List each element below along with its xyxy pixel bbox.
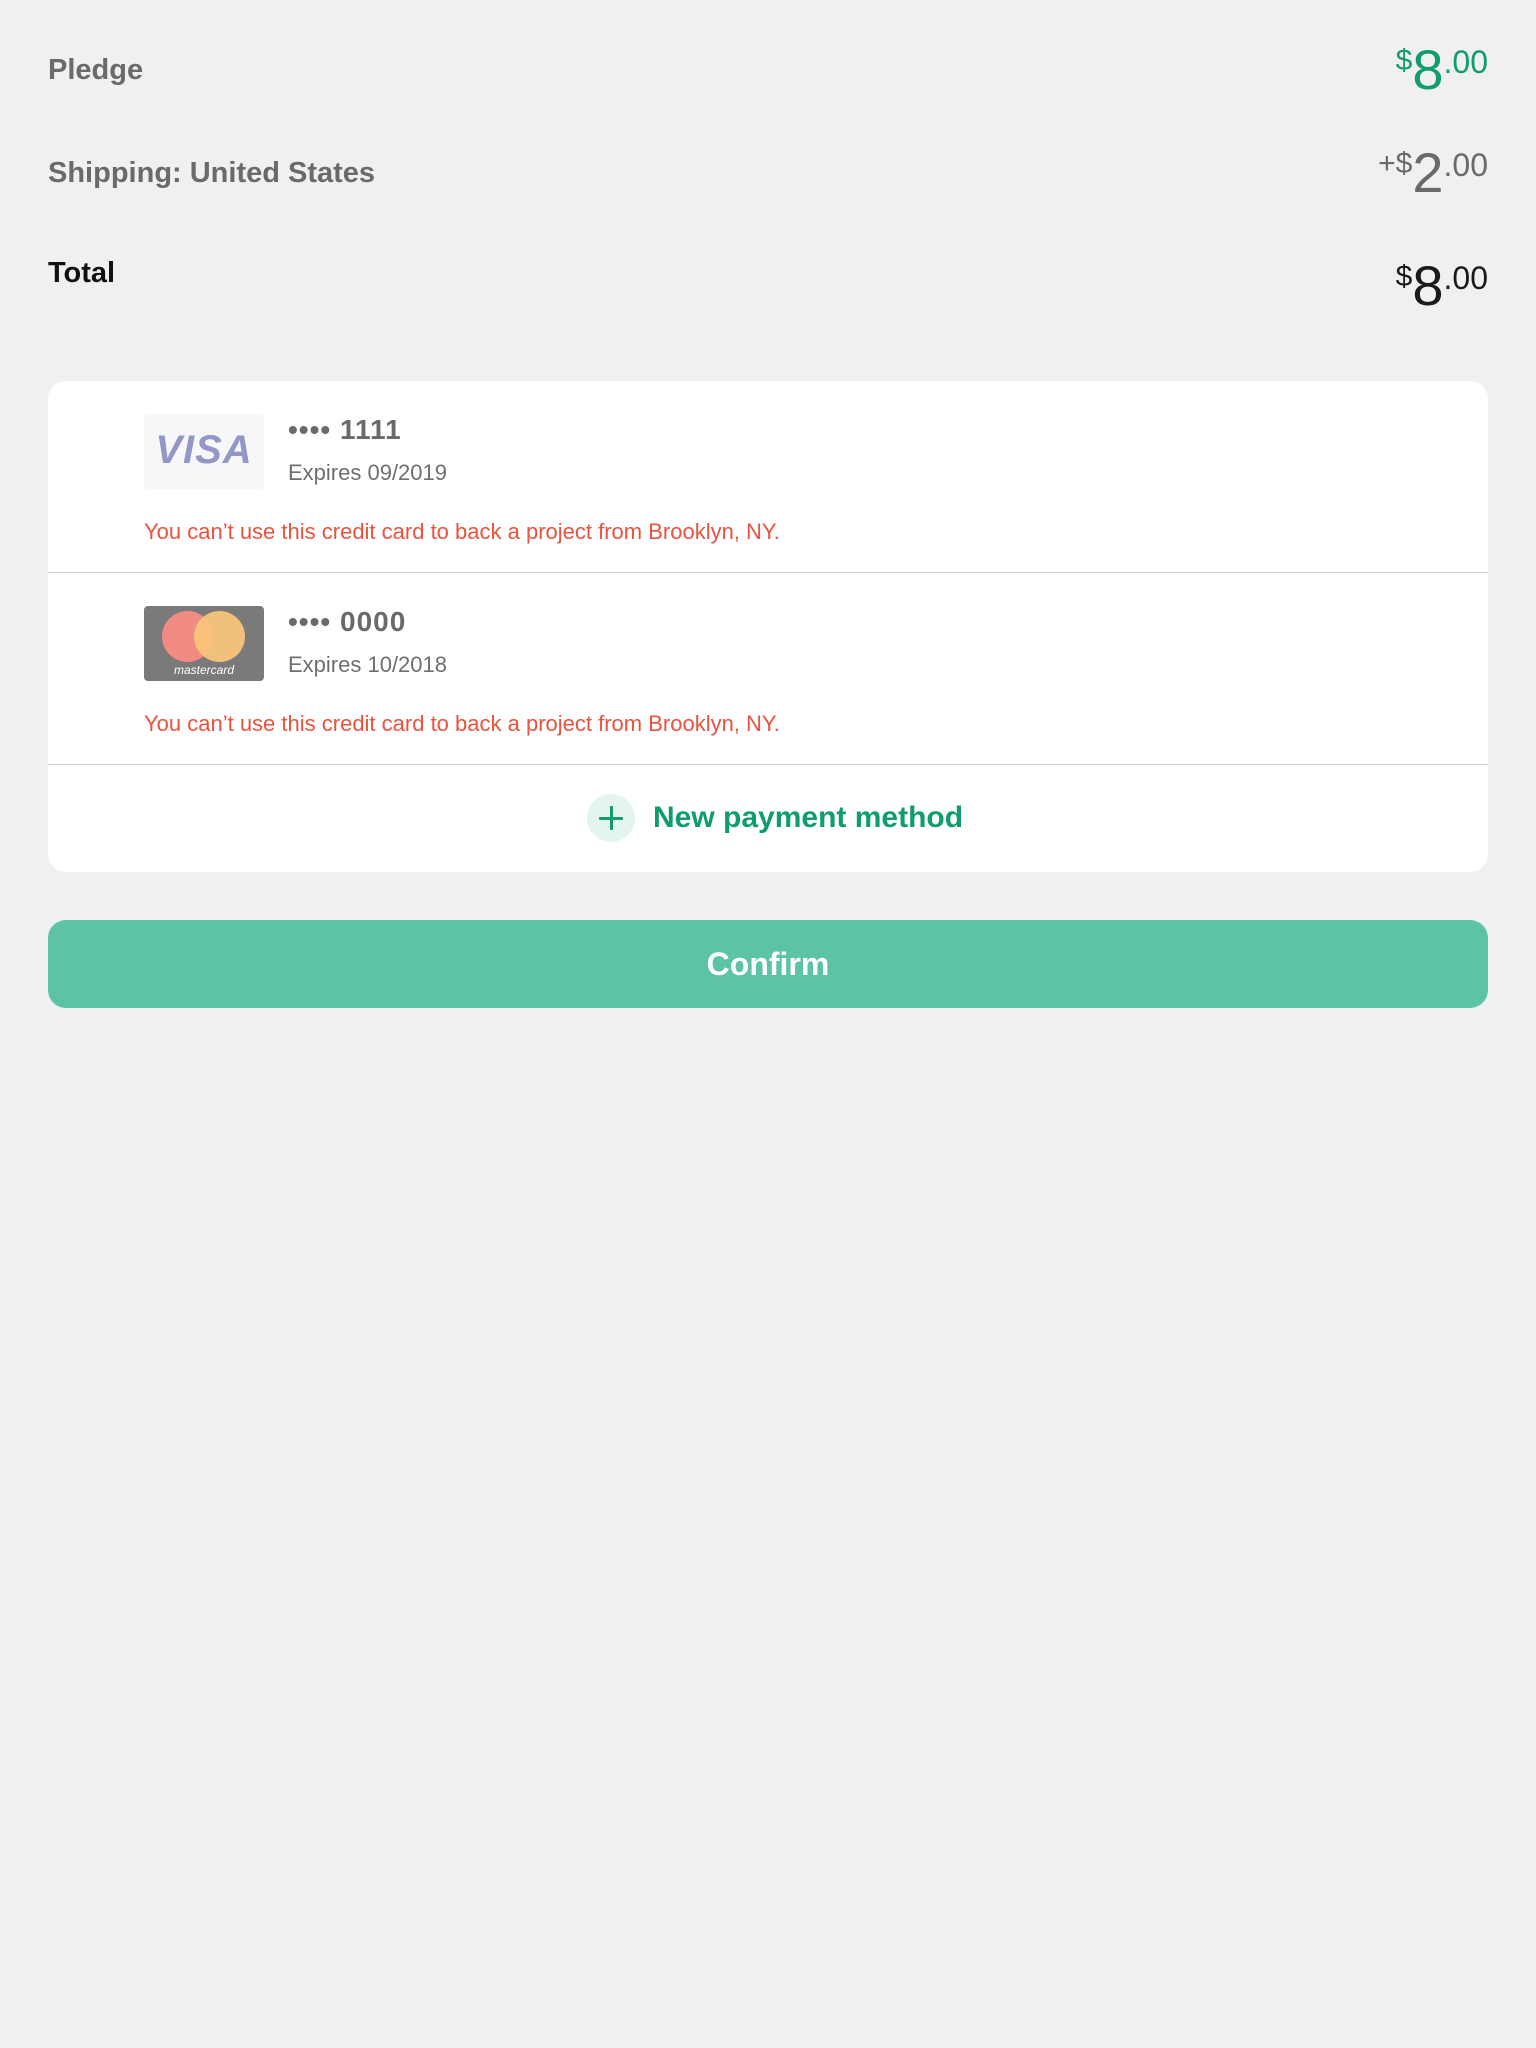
card-error-message: You can’t use this credit card to back a…	[144, 711, 780, 736]
card-number: •••• 1111	[288, 414, 402, 445]
payment-methods-card: VISA •••• 1111 Expires 09/2019 You can’t…	[48, 381, 1488, 872]
pledge-amount-major: 8	[1412, 38, 1444, 101]
mastercard-logo-text: mastercard	[173, 663, 235, 677]
payment-method-mastercard[interactable]: mastercard •••• 0000 Expires 10/2018 You…	[48, 573, 1488, 765]
total-amount-major: 8	[1412, 254, 1444, 317]
card-error-message: You can’t use this credit card to back a…	[144, 519, 780, 544]
total-amount-minor: .00	[1443, 260, 1488, 296]
card-expiry: Expires 09/2019	[288, 460, 447, 485]
confirm-button[interactable]: Confirm	[48, 920, 1488, 1008]
shipping-row: Shipping: United States +$2.00	[48, 145, 1488, 231]
visa-logo: VISA	[144, 414, 264, 489]
shipping-label: Shipping: United States	[48, 157, 376, 189]
total-row: Total $8.00	[48, 254, 1488, 334]
total-label: Total	[48, 257, 116, 289]
card-expiry: Expires 10/2018	[288, 652, 447, 677]
mastercard-yellow-circle	[194, 611, 245, 662]
visa-logo-text: VISA	[155, 428, 253, 472]
shipping-amount-minor: .00	[1443, 147, 1488, 183]
pledge-label: Pledge	[48, 54, 144, 86]
total-amount: $8.00	[1396, 258, 1488, 314]
plus-icon	[587, 794, 635, 842]
pledge-currency: $	[1395, 44, 1413, 77]
pledge-row: Pledge $8.00	[48, 42, 1488, 128]
total-currency: $	[1395, 260, 1413, 293]
new-payment-method-label: New payment method	[653, 801, 964, 834]
shipping-currency: $	[1395, 147, 1413, 180]
new-payment-method-button[interactable]: New payment method	[48, 764, 1488, 872]
shipping-prefix: +	[1378, 147, 1396, 180]
shipping-amount-major: 2	[1412, 141, 1444, 204]
shipping-amount: +$2.00	[1378, 145, 1488, 201]
payment-method-visa[interactable]: VISA •••• 1111 Expires 09/2019 You can’t…	[48, 381, 1488, 573]
card-number: •••• 0000	[288, 606, 407, 637]
pledge-amount: $8.00	[1396, 42, 1488, 98]
pledge-amount-minor: .00	[1443, 44, 1488, 80]
mastercard-logo: mastercard	[144, 606, 264, 681]
